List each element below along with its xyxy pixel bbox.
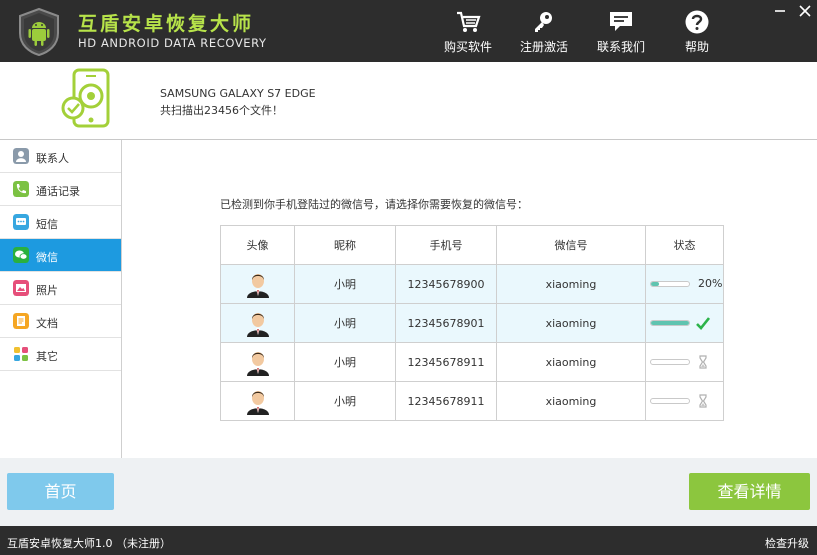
table-row[interactable]: 小明 12345678900 xiaoming 20%: [220, 264, 724, 304]
app-subtitle: HD ANDROID DATA RECOVERY: [78, 36, 267, 50]
hourglass-icon: [699, 355, 707, 369]
nickname-cell: 小明: [294, 264, 396, 304]
wechat-account-table: 头像 昵称 手机号 微信号 状态 小明 12345678900 xiaoming…: [220, 225, 724, 421]
scan-result-text: 共扫描出23456个文件！: [160, 104, 283, 117]
status-cell: [645, 303, 724, 343]
document-icon: [13, 313, 29, 329]
column-header-status: 状态: [645, 225, 724, 265]
nav-register-button[interactable]: 注册激活: [509, 0, 579, 62]
nav-contact-button[interactable]: 联系我们: [586, 0, 656, 62]
minimize-icon[interactable]: [773, 5, 787, 17]
wechat-id-cell: xiaoming: [496, 264, 646, 304]
nav-help-label: 帮助: [684, 40, 709, 54]
table-row[interactable]: 小明 12345678901 xiaoming: [220, 303, 724, 343]
checkmark-icon: [696, 317, 710, 330]
sidebar-item-label: 通话记录: [36, 185, 80, 198]
main-content: 已检测到你手机登陆过的微信号，请选择你需要恢复的微信号： 头像 昵称 手机号 微…: [122, 140, 817, 458]
sidebar-item-wechat[interactable]: 微信: [0, 239, 121, 272]
progress-bar: [650, 320, 690, 326]
nav-contact-label: 联系我们: [596, 40, 645, 54]
table-header-row: 头像 昵称 手机号 微信号 状态: [220, 225, 724, 265]
hourglass-icon: [699, 394, 707, 408]
nickname-cell: 小明: [294, 381, 396, 421]
status-bar: 互盾安卓恢复大师1.0 （未注册） 检查升级: [0, 526, 817, 555]
column-header-wechat-id: 微信号: [496, 225, 646, 265]
sidebar-item-documents[interactable]: 文档: [0, 305, 121, 338]
help-icon: [685, 10, 709, 34]
nickname-cell: 小明: [294, 303, 396, 343]
sidebar-item-label: 其它: [36, 350, 58, 363]
sidebar-item-label: 短信: [36, 218, 58, 231]
avatar-icon: [246, 313, 269, 337]
action-bar: 首页 查看详情: [0, 458, 817, 526]
category-sidebar: 联系人 通话记录 短信 微信 照片 文档 其它: [0, 140, 122, 458]
status-cell: 20%: [645, 264, 724, 304]
sidebar-item-label: 联系人: [36, 152, 69, 165]
key-icon: [535, 12, 552, 32]
cart-icon: [457, 11, 481, 32]
title-bar: 互盾安卓恢复大师 HD ANDROID DATA RECOVERY 购买软件 注…: [0, 0, 817, 62]
progress-bar: [650, 398, 690, 404]
nickname-cell: 小明: [294, 342, 396, 382]
wechat-id-cell: xiaoming: [496, 381, 646, 421]
phone-cell: 12345678901: [395, 303, 497, 343]
check-update-link[interactable]: 检查升级: [765, 535, 809, 551]
phone-cell: 12345678900: [395, 264, 497, 304]
sidebar-item-contacts[interactable]: 联系人: [0, 140, 121, 173]
home-button[interactable]: 首页: [7, 473, 114, 510]
avatar-icon: [246, 352, 269, 376]
device-info-bar: SAMSUNG GALAXY S7 EDGE 共扫描出23456个文件！: [0, 62, 817, 140]
progress-fill: [651, 321, 689, 325]
avatar-icon: [246, 391, 269, 415]
phone-recovery-icon: [61, 68, 110, 128]
sidebar-item-call-log[interactable]: 通话记录: [0, 173, 121, 206]
status-cell: [645, 342, 724, 382]
sms-icon: [13, 214, 29, 230]
column-header-phone: 手机号: [395, 225, 497, 265]
avatar-cell: [220, 303, 295, 343]
view-details-button[interactable]: 查看详情: [689, 473, 810, 510]
sidebar-item-label: 照片: [36, 284, 58, 297]
sidebar-item-sms[interactable]: 短信: [0, 206, 121, 239]
wechat-id-cell: xiaoming: [496, 303, 646, 343]
other-icon: [14, 347, 28, 361]
sidebar-item-photos[interactable]: 照片: [0, 272, 121, 305]
call-log-icon: [13, 181, 29, 197]
table-row[interactable]: 小明 12345678911 xiaoming: [220, 342, 724, 382]
column-header-nickname: 昵称: [294, 225, 396, 265]
status-cell: [645, 381, 724, 421]
shield-android-logo-icon: [19, 7, 59, 57]
sidebar-item-label: 微信: [36, 251, 58, 264]
avatar-icon: [246, 274, 269, 298]
progress-bar: [650, 359, 690, 365]
version-text: 互盾安卓恢复大师1.0 （未注册）: [7, 537, 171, 550]
sidebar-item-label: 文档: [36, 317, 58, 330]
nav-register-label: 注册激活: [519, 40, 568, 54]
device-name: SAMSUNG GALAXY S7 EDGE: [160, 87, 316, 100]
table-row[interactable]: 小明 12345678911 xiaoming: [220, 381, 724, 421]
progress-percent: 20%: [698, 277, 723, 290]
avatar-cell: [220, 264, 295, 304]
nav-help-button[interactable]: 帮助: [662, 0, 732, 62]
detection-prompt: 已检测到你手机登陆过的微信号，请选择你需要恢复的微信号：: [220, 198, 528, 211]
contacts-icon: [13, 148, 29, 164]
wechat-id-cell: xiaoming: [496, 342, 646, 382]
wechat-icon: [13, 247, 29, 263]
progress-fill: [651, 282, 659, 286]
chat-icon: [610, 12, 632, 31]
nav-buy-button[interactable]: 购买软件: [433, 0, 503, 62]
sidebar-item-other[interactable]: 其它: [0, 338, 121, 371]
progress-bar: [650, 281, 690, 287]
photo-icon: [13, 280, 29, 296]
phone-cell: 12345678911: [395, 342, 497, 382]
app-title: 互盾安卓恢复大师: [78, 13, 255, 35]
avatar-cell: [220, 381, 295, 421]
column-header-avatar: 头像: [220, 225, 295, 265]
avatar-cell: [220, 342, 295, 382]
close-icon[interactable]: [798, 5, 812, 17]
nav-buy-label: 购买软件: [443, 40, 492, 54]
phone-cell: 12345678911: [395, 381, 497, 421]
